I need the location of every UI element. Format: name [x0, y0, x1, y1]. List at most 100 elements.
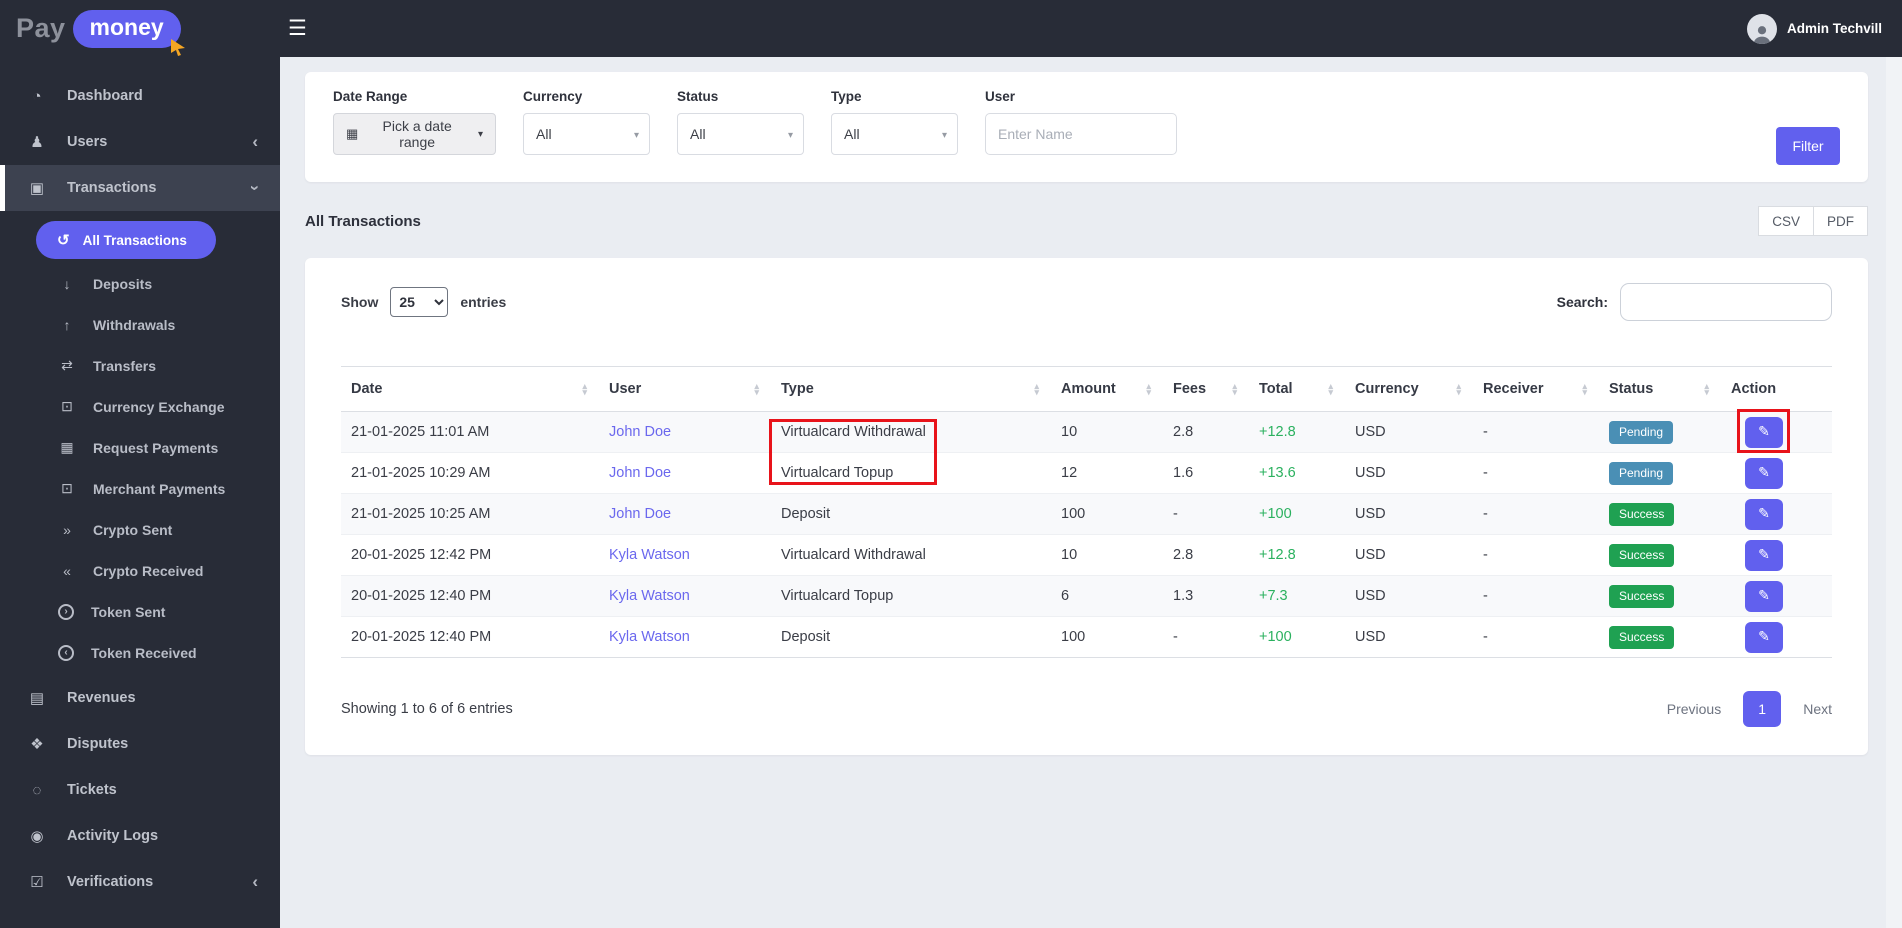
column-header-status[interactable]: Status ▴ ▾	[1599, 366, 1721, 412]
cell-date: 20-01-2025 12:40 PM	[351, 629, 492, 645]
sort-icon[interactable]: ▴ ▾	[1232, 382, 1237, 397]
sidebar-item-dashboard[interactable]: ◔ Dashboard	[0, 73, 280, 119]
cell-fees: 2.8	[1173, 424, 1194, 440]
column-header-currency[interactable]: Currency ▴ ▾	[1345, 366, 1473, 412]
admin-profile[interactable]: Admin Techvill	[1746, 13, 1902, 44]
sidebar-subitem-token-received[interactable]: ‹ Token Received	[0, 632, 280, 673]
history-icon: ↺	[57, 232, 70, 249]
cell-amount: 100	[1061, 629, 1086, 645]
double-chevron-right-icon: »	[63, 521, 71, 538]
cell-fees: -	[1173, 506, 1178, 522]
sidebar-subitem-deposits[interactable]: ↓ Deposits	[0, 263, 280, 304]
sidebar-subitem-merchant-payments[interactable]: ⊡ Merchant Payments	[0, 468, 280, 509]
pdf-export-button[interactable]: PDF	[1813, 206, 1868, 236]
type-select[interactable]: All ▾	[831, 113, 958, 155]
user-link[interactable]: Kyla Watson	[609, 629, 690, 645]
sort-icon[interactable]: ▴ ▾	[1456, 382, 1461, 397]
search-input[interactable]	[1620, 283, 1832, 321]
edit-action-button[interactable]: ✎	[1745, 580, 1783, 612]
edit-action-button[interactable]: ✎	[1745, 416, 1783, 448]
column-header-user[interactable]: User ▴ ▾	[599, 366, 771, 412]
sort-icon[interactable]: ▴ ▾	[1146, 382, 1151, 397]
sort-icon[interactable]: ▴ ▾	[1704, 382, 1709, 397]
previous-page-button[interactable]: Previous	[1667, 701, 1721, 717]
cell-currency: USD	[1355, 547, 1386, 563]
filter-button[interactable]: Filter	[1776, 127, 1840, 165]
sidebar-item-label: Disputes	[67, 736, 129, 752]
csv-export-button[interactable]: CSV	[1758, 206, 1814, 236]
sidebar-item-activity-logs[interactable]: ◉ Activity Logs	[0, 813, 280, 859]
user-name-input[interactable]	[985, 113, 1177, 155]
eye-icon: ◉	[30, 828, 44, 845]
cell-receiver: -	[1483, 465, 1488, 481]
sidebar-subitem-crypto-received[interactable]: « Crypto Received	[0, 550, 280, 591]
user-link[interactable]: John Doe	[609, 424, 671, 440]
dashboard-icon: ◔	[32, 87, 42, 105]
edit-action-button[interactable]: ✎	[1745, 457, 1783, 489]
sidebar-item-users[interactable]: ♟ Users ‹	[0, 119, 280, 165]
caret-down-icon: ▾	[787, 130, 793, 141]
hamburger-menu-icon[interactable]: ☰	[288, 16, 307, 41]
status-select[interactable]: All ▾	[677, 113, 804, 155]
sidebar-item-disputes[interactable]: ❖ Disputes	[0, 721, 280, 767]
cell-total: +100	[1259, 629, 1292, 645]
sidebar-item-transactions[interactable]: ▣ Transactions ›	[0, 165, 280, 211]
column-header-receiver[interactable]: Receiver ▴ ▾	[1473, 366, 1599, 412]
edit-action-button[interactable]: ✎	[1745, 539, 1783, 571]
table-row: 20-01-2025 12:40 PM Kyla Watson Deposit …	[341, 617, 1832, 658]
page-size-select[interactable]: 25	[390, 287, 449, 317]
date-range-value: Pick a date range	[382, 118, 452, 150]
sort-icon[interactable]: ▴ ▾	[582, 382, 587, 397]
checkbox-icon: ☑	[30, 874, 44, 891]
table-row: 20-01-2025 12:42 PM Kyla Watson Virtualc…	[341, 535, 1832, 576]
sidebar-subitem-all-transactions-active[interactable]: ↺ All Transactions	[36, 221, 216, 259]
sidebar-item-verifications[interactable]: ☑ Verifications ‹	[0, 859, 280, 905]
currency-select-value: All	[536, 126, 552, 142]
sort-icon[interactable]: ▴ ▾	[754, 382, 759, 397]
sidebar-subitem-transfers[interactable]: ⇄ Transfers	[0, 345, 280, 386]
edit-action-button[interactable]: ✎	[1745, 498, 1783, 530]
user-link[interactable]: John Doe	[609, 506, 671, 522]
page-size-group: Show 25 entries	[341, 287, 506, 317]
cell-date: 21-01-2025 11:01 AM	[351, 424, 490, 440]
column-header-amount[interactable]: Amount ▴ ▾	[1051, 366, 1163, 412]
current-page-button[interactable]: 1	[1743, 691, 1782, 727]
sidebar-subitem-crypto-sent[interactable]: » Crypto Sent	[0, 509, 280, 550]
filter-group-status: Status All ▾	[677, 89, 804, 182]
caret-down-icon: ▾	[941, 130, 947, 141]
date-range-picker-button[interactable]: ▦ Pick a date range ▾	[333, 113, 496, 155]
sidebar-item-revenues[interactable]: ▤ Revenues	[0, 675, 280, 721]
currency-select[interactable]: All ▾	[523, 113, 650, 155]
cell-receiver: -	[1483, 547, 1488, 563]
main-content: Date Range ▦ Pick a date range ▾ Currenc…	[280, 57, 1902, 928]
column-header-fees[interactable]: Fees ▴ ▾	[1163, 366, 1249, 412]
user-link[interactable]: Kyla Watson	[609, 547, 690, 563]
avatar	[1746, 13, 1777, 44]
sort-icon[interactable]: ▴ ▾	[1034, 382, 1039, 397]
column-header-total[interactable]: Total ▴ ▾	[1249, 366, 1345, 412]
sort-icon[interactable]: ▴ ▾	[1328, 382, 1333, 397]
scrollbar-track[interactable]	[1886, 57, 1902, 928]
user-link[interactable]: John Doe	[609, 465, 671, 481]
brand-money-text: money	[89, 13, 164, 40]
sidebar-subitem-token-sent[interactable]: › Token Sent	[0, 591, 280, 632]
cell-total: +7.3	[1259, 588, 1288, 604]
brand-logo[interactable]: Pay money	[0, 9, 280, 56]
top-navbar: Pay money ☰ Admin Techvill	[0, 0, 1902, 57]
sidebar-subitem-request-payments[interactable]: ▦ Request Payments	[0, 427, 280, 468]
sidebar-subitem-withdrawals[interactable]: ↑ Withdrawals	[0, 304, 280, 345]
sidebar-item-tickets[interactable]: ◌ Tickets	[0, 767, 280, 813]
cell-total: +100	[1259, 506, 1292, 522]
user-link[interactable]: Kyla Watson	[609, 588, 690, 604]
sidebar-subitem-currency-exchange[interactable]: ⊡ Currency Exchange	[0, 386, 280, 427]
status-badge: Success	[1609, 543, 1675, 567]
column-header-date[interactable]: Date ▴ ▾	[341, 366, 599, 412]
edit-action-button[interactable]: ✎	[1745, 621, 1783, 653]
next-page-button[interactable]: Next	[1803, 701, 1832, 717]
column-header-type[interactable]: Type ▴ ▾	[771, 366, 1051, 412]
sort-icon[interactable]: ▴ ▾	[1582, 382, 1587, 397]
cell-amount: 10	[1061, 424, 1078, 440]
type-select-value: All	[844, 126, 860, 142]
cell-total: +13.6	[1259, 465, 1296, 481]
sidebar-item-label: Verifications	[67, 874, 154, 890]
